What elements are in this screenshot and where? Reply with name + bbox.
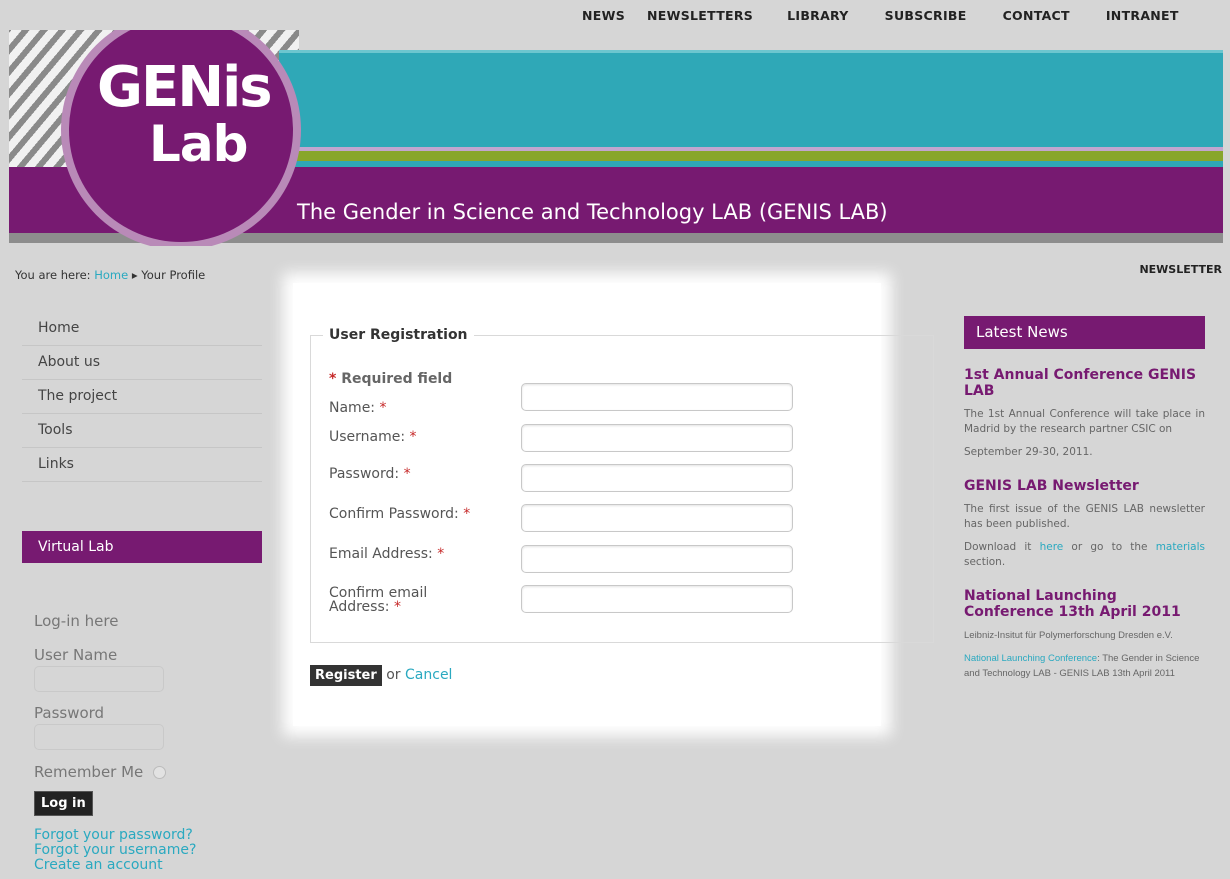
confirm-password-input[interactable] <box>521 504 793 532</box>
required-star: * <box>409 429 417 445</box>
latest-news-panel: Latest News 1st Annual Conference GENIS … <box>964 316 1205 681</box>
news-item-download: Download it here or go to the materials … <box>964 540 1205 570</box>
email-input[interactable] <box>521 545 793 573</box>
breadcrumb: You are here: Home ▸ Your Profile <box>15 268 205 282</box>
logo-text-top: GENis <box>97 55 273 120</box>
news-item-title[interactable]: National Launching Conference 13th April… <box>964 588 1205 620</box>
breadcrumb-home-link[interactable]: Home <box>94 268 128 282</box>
breadcrumb-separator-icon: ▸ <box>131 268 138 282</box>
username-field-label: Username: * <box>329 430 417 444</box>
logo-text-bottom: Lab <box>149 115 248 173</box>
site-title: The Gender in Science and Technology LAB… <box>297 200 888 224</box>
newsletter-here-link[interactable]: here <box>1040 541 1064 553</box>
required-star: * <box>379 400 387 416</box>
confirm-password-label: Confirm Password: * <box>329 507 470 521</box>
login-username-input[interactable] <box>34 666 164 692</box>
registration-actions: Register or Cancel <box>310 665 452 686</box>
registration-legend: User Registration <box>329 327 468 343</box>
password-label-text: Password: <box>329 466 400 482</box>
username-label-text: Username: <box>329 429 406 445</box>
confirm-email-label: Confirm email Address: * <box>329 586 427 614</box>
virtual-lab-header[interactable]: Virtual Lab <box>22 531 262 563</box>
breadcrumb-current: Your Profile <box>141 268 206 282</box>
latest-news-header: Latest News <box>964 316 1205 349</box>
nav-intranet[interactable]: INTRANET <box>1106 8 1179 23</box>
remember-me-label: Remember Me <box>34 763 144 781</box>
forgot-password-link[interactable]: Forgot your password? <box>34 828 254 843</box>
or-text: or <box>386 667 401 683</box>
breadcrumb-prefix: You are here: <box>15 268 91 282</box>
confirm-email-label-line1: Confirm email <box>329 585 428 601</box>
required-star: * <box>463 506 471 522</box>
top-navigation: NEWS NEWSLETTERS LIBRARY SUBSCRIBE CONTA… <box>582 8 1179 23</box>
required-note-text: Required field <box>341 371 453 387</box>
materials-link[interactable]: materials <box>1156 541 1205 553</box>
menu-item-about-us[interactable]: About us <box>22 346 262 380</box>
remember-me-row: Remember Me <box>34 762 254 781</box>
remember-me-checkbox[interactable] <box>153 766 167 779</box>
site-banner: GENis Lab The Gender in Science and Tech… <box>9 30 1223 246</box>
news-item-text: The 1st Annual Conference will take plac… <box>964 408 1205 435</box>
required-star: * <box>437 546 445 562</box>
password-input[interactable] <box>521 464 793 492</box>
news-item-title[interactable]: GENIS LAB Newsletter <box>964 478 1205 494</box>
news-item-date: September 29-30, 2011. <box>964 446 1093 458</box>
name-input[interactable] <box>521 383 793 411</box>
password-field-label: Password: * <box>329 467 411 481</box>
newsletter-link[interactable]: NEWSLETTER <box>1139 263 1222 276</box>
news-item-title[interactable]: 1st Annual Conference GENIS LAB <box>964 367 1205 399</box>
nav-library[interactable]: LIBRARY <box>787 8 849 23</box>
download-suffix: section. <box>964 556 1006 568</box>
name-label: Name: * <box>329 401 386 415</box>
create-account-link[interactable]: Create an account <box>34 858 254 873</box>
register-button[interactable]: Register <box>310 665 382 686</box>
login-panel: Log-in here User Name Password Remember … <box>34 612 254 873</box>
username-label: User Name <box>34 646 118 664</box>
name-label-text: Name: <box>329 400 376 416</box>
password-label: Password <box>34 704 105 722</box>
banner-teal-band <box>279 53 1223 147</box>
menu-item-home[interactable]: Home <box>22 312 262 346</box>
confirm-email-input[interactable] <box>521 585 793 613</box>
login-header: Log-in here <box>34 612 119 630</box>
news-item-text: The first issue of the GENIS LAB newslet… <box>964 503 1205 530</box>
registration-panel: User Registration * Required field Name:… <box>293 283 934 726</box>
login-button[interactable]: Log in <box>34 791 93 816</box>
national-launching-link[interactable]: National Launching Conference <box>964 653 1097 664</box>
nav-newsletters[interactable]: NEWSLETTERS <box>647 8 753 23</box>
nav-subscribe[interactable]: SUBSCRIBE <box>885 8 967 23</box>
left-menu: Home About us The project Tools Links <box>22 312 262 482</box>
forgot-username-link[interactable]: Forgot your username? <box>34 843 254 858</box>
required-note: * Required field <box>329 371 452 387</box>
nav-contact[interactable]: CONTACT <box>1003 8 1070 23</box>
login-button-row: Log in <box>34 791 254 816</box>
required-star: * <box>329 371 337 387</box>
email-label: Email Address: * <box>329 547 444 561</box>
menu-item-tools[interactable]: Tools <box>22 414 262 448</box>
required-star: * <box>403 466 411 482</box>
nav-news[interactable]: NEWS <box>582 8 625 23</box>
required-star: * <box>393 599 401 615</box>
menu-item-links[interactable]: Links <box>22 448 262 482</box>
news-item-link-row: National Launching Conference: The Gende… <box>964 651 1205 681</box>
download-prefix: Download it <box>964 541 1032 553</box>
confirm-password-label-text: Confirm Password: <box>329 506 459 522</box>
download-mid: or go to the <box>1071 541 1148 553</box>
email-label-text: Email Address: <box>329 546 433 562</box>
banner-green-band <box>279 151 1223 161</box>
login-password-input[interactable] <box>34 724 164 750</box>
cancel-link[interactable]: Cancel <box>405 667 452 683</box>
news-item-text: Leibniz-Insitut für Polymerforschung Dre… <box>964 630 1173 641</box>
username-input[interactable] <box>521 424 793 452</box>
confirm-email-label-line2: Address: <box>329 599 390 615</box>
login-links: Forgot your password? Forgot your userna… <box>34 828 254 873</box>
menu-item-the-project[interactable]: The project <box>22 380 262 414</box>
